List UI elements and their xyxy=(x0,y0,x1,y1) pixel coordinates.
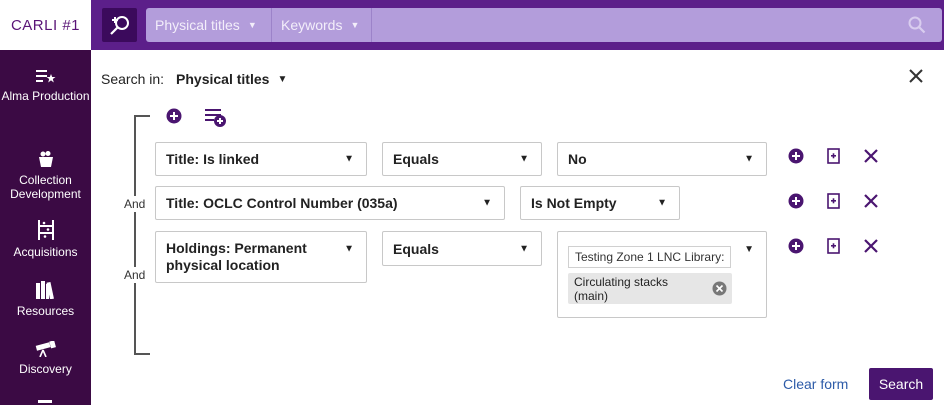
nav-more-indicator xyxy=(38,400,52,403)
search-field-dropdown[interactable]: Keywords ▼ xyxy=(272,8,372,42)
add-condition-icon[interactable] xyxy=(788,148,804,164)
nav-item-collection-development[interactable]: Collection Development xyxy=(0,150,91,201)
chevron-down-icon: ▼ xyxy=(519,243,529,254)
condition-operator-dropdown[interactable]: Is Not Empty ▼ xyxy=(520,186,680,220)
alma-production-icon xyxy=(35,70,55,83)
left-navigation-rail: CARLI #1 Alma Production Collection Deve… xyxy=(0,0,91,405)
chip-label: Circulating stacks (main) xyxy=(574,275,669,303)
condition-field-value: Holdings: Permanent physical location xyxy=(166,240,307,273)
condition-field-dropdown[interactable]: Title: Is linked ▼ xyxy=(155,142,367,176)
chevron-down-icon: ▼ xyxy=(519,153,529,165)
search-icon[interactable] xyxy=(908,16,926,34)
nav-item-resources[interactable]: Resources xyxy=(0,281,91,318)
chevron-down-icon: ▼ xyxy=(482,197,492,209)
condition-operator-value: Equals xyxy=(393,151,439,167)
nav-item-discovery[interactable]: Discovery xyxy=(0,341,91,376)
condition-field-dropdown[interactable]: Holdings: Permanent physical location ▼ xyxy=(155,231,367,283)
condition-operator-dropdown[interactable]: Equals ▼ xyxy=(382,231,542,266)
condition-value-multiselect[interactable]: Testing Zone 1 LNC Library: ▼ Circulatin… xyxy=(557,231,767,318)
condition-value-dropdown[interactable]: No ▼ xyxy=(557,142,767,176)
condition-operator-dropdown[interactable]: Equals ▼ xyxy=(382,142,542,176)
search-field-label: Keywords xyxy=(281,17,343,33)
group-bracket xyxy=(134,115,150,355)
nav-item-acquisitions[interactable]: Acquisitions xyxy=(0,220,91,259)
resources-icon xyxy=(35,281,54,299)
search-box[interactable]: Physical titles ▼ Keywords ▼ xyxy=(146,8,942,42)
condition-operator-value: Equals xyxy=(393,240,439,257)
nav-label: Acquisitions xyxy=(13,245,78,259)
condition-value: No xyxy=(568,151,587,167)
condition-field-value: Title: OCLC Control Number (035a) xyxy=(166,195,398,211)
clear-form-link[interactable]: Clear form xyxy=(783,376,848,392)
institution-logo[interactable]: CARLI #1 xyxy=(0,0,91,50)
top-search-bar: Physical titles ▼ Keywords ▼ xyxy=(91,0,944,50)
duplicate-condition-icon[interactable] xyxy=(826,193,842,209)
duplicate-condition-icon[interactable] xyxy=(826,148,842,164)
chevron-down-icon: ▼ xyxy=(657,197,667,209)
add-condition-icon[interactable] xyxy=(788,193,804,209)
condition-operator-value: Is Not Empty xyxy=(531,195,617,211)
nav-label: Resources xyxy=(16,304,75,318)
advanced-search-icon xyxy=(109,16,129,35)
chevron-down-icon[interactable]: ▼ xyxy=(744,244,754,255)
nav-label: Discovery xyxy=(19,362,72,376)
and-operator-label: And xyxy=(124,267,146,283)
advanced-search-button[interactable] xyxy=(102,8,137,42)
nav-label: Collection Development xyxy=(10,173,81,201)
selected-location-chip: Circulating stacks (main) xyxy=(568,273,732,304)
discovery-icon xyxy=(35,341,56,357)
and-operator-label: And xyxy=(124,196,146,212)
remove-chip-icon[interactable] xyxy=(712,281,727,296)
add-condition-icon[interactable] xyxy=(788,238,804,254)
nav-item-alma-production[interactable]: Alma Production xyxy=(0,68,91,103)
location-library-input[interactable]: Testing Zone 1 LNC Library: xyxy=(568,246,732,268)
remove-condition-icon[interactable] xyxy=(863,148,879,164)
chevron-down-icon: ▼ xyxy=(344,243,354,255)
nav-label: Alma Production xyxy=(1,89,90,103)
condition-field-value: Title: Is linked xyxy=(166,151,260,167)
duplicate-condition-icon[interactable] xyxy=(826,238,842,254)
chevron-down-icon: ▼ xyxy=(247,20,257,30)
remove-condition-icon[interactable] xyxy=(863,193,879,209)
add-condition-icon[interactable] xyxy=(166,108,182,124)
chevron-down-icon: ▼ xyxy=(277,73,288,85)
close-icon[interactable] xyxy=(907,67,925,85)
collection-development-icon xyxy=(38,151,53,167)
remove-condition-icon[interactable] xyxy=(863,238,879,254)
search-in-label: Search in: xyxy=(101,71,165,87)
chevron-down-icon: ▼ xyxy=(350,20,360,30)
search-scope-dropdown[interactable]: Physical titles ▼ xyxy=(146,8,272,42)
search-in-selector[interactable]: Search in: Physical titles ▼ xyxy=(101,71,287,87)
chevron-down-icon: ▼ xyxy=(744,153,754,165)
add-group-icon[interactable] xyxy=(205,108,227,128)
chevron-down-icon: ▼ xyxy=(344,153,354,165)
condition-field-dropdown[interactable]: Title: OCLC Control Number (035a) ▼ xyxy=(155,186,505,220)
search-scope-label: Physical titles xyxy=(155,17,240,33)
search-button[interactable]: Search xyxy=(869,368,933,400)
acquisitions-icon xyxy=(37,220,54,240)
search-in-value: Physical titles xyxy=(176,71,270,87)
advanced-search-panel: Search in: Physical titles ▼ And And Tit… xyxy=(91,50,944,405)
